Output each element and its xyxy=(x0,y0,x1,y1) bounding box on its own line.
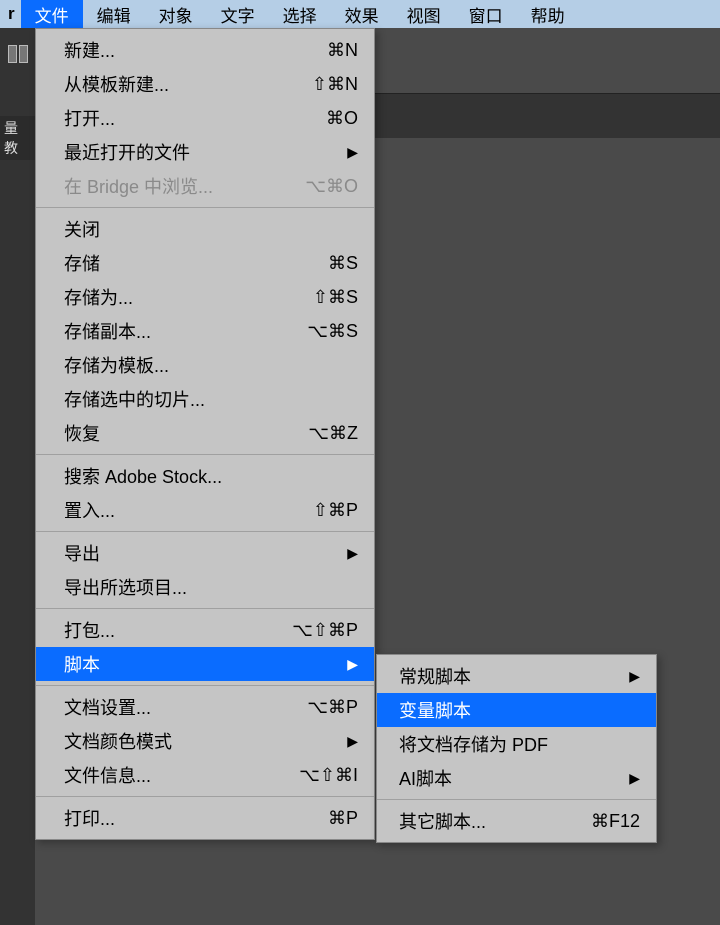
submenu-arrow-icon: ▶ xyxy=(347,144,358,161)
submenu-save-doc-as-pdf[interactable]: 将文档存储为 PDF xyxy=(377,727,656,761)
submenu-arrow-icon: ▶ xyxy=(347,545,358,562)
menu-save-as-template[interactable]: 存储为模板... xyxy=(36,348,374,382)
scripts-submenu: 常规脚本 ▶ 变量脚本 将文档存储为 PDF AI脚本 ▶ 其它脚本... ⌘F… xyxy=(376,654,657,843)
menu-save-copy[interactable]: 存储副本... ⌥⌘S xyxy=(36,314,374,348)
menu-print[interactable]: 打印... ⌘P xyxy=(36,801,374,835)
submenu-arrow-icon: ▶ xyxy=(629,668,640,685)
menu-save[interactable]: 存储 ⌘S xyxy=(36,246,374,280)
menu-help[interactable]: 帮助 xyxy=(517,0,579,30)
app-label: r xyxy=(2,4,21,24)
menu-export[interactable]: 导出 ▶ xyxy=(36,536,374,570)
submenu-arrow-icon: ▶ xyxy=(629,770,640,787)
menu-recent-files[interactable]: 最近打开的文件 ▶ xyxy=(36,135,374,169)
menu-save-selected-slices[interactable]: 存储选中的切片... xyxy=(36,382,374,416)
submenu-arrow-icon: ▶ xyxy=(347,733,358,750)
submenu-arrow-icon: ▶ xyxy=(347,656,358,673)
menubar: r 文件 编辑 对象 文字 选择 效果 视图 窗口 帮助 xyxy=(0,0,720,28)
submenu-variable-scripts[interactable]: 变量脚本 xyxy=(377,693,656,727)
menu-separator xyxy=(36,207,374,208)
menu-file[interactable]: 文件 xyxy=(21,0,83,30)
menu-browse-bridge: 在 Bridge 中浏览... ⌥⌘O xyxy=(36,169,374,203)
submenu-other-scripts[interactable]: 其它脚本... ⌘F12 xyxy=(377,804,656,838)
menu-place[interactable]: 置入... ⇧⌘P xyxy=(36,493,374,527)
menu-object[interactable]: 对象 xyxy=(145,0,207,30)
menu-document-setup[interactable]: 文档设置... ⌥⌘P xyxy=(36,690,374,724)
menu-new[interactable]: 新建... ⌘N xyxy=(36,33,374,67)
menu-separator xyxy=(36,454,374,455)
side-panel-label: 量教 xyxy=(0,116,35,160)
menu-open[interactable]: 打开... ⌘O xyxy=(36,101,374,135)
menu-edit[interactable]: 编辑 xyxy=(83,0,145,30)
menu-separator xyxy=(36,608,374,609)
menu-scripts[interactable]: 脚本 ▶ xyxy=(36,647,374,681)
menu-new-from-template[interactable]: 从模板新建... ⇧⌘N xyxy=(36,67,374,101)
menu-export-selection[interactable]: 导出所选项目... xyxy=(36,570,374,604)
menu-search-adobe-stock[interactable]: 搜索 Adobe Stock... xyxy=(36,459,374,493)
menu-view[interactable]: 视图 xyxy=(393,0,455,30)
menu-type[interactable]: 文字 xyxy=(207,0,269,30)
toolbar-arrange-icon[interactable] xyxy=(0,28,35,80)
menu-window[interactable]: 窗口 xyxy=(455,0,517,30)
menu-file-info[interactable]: 文件信息... ⌥⇧⌘I xyxy=(36,758,374,792)
file-dropdown: 新建... ⌘N 从模板新建... ⇧⌘N 打开... ⌘O 最近打开的文件 ▶… xyxy=(35,28,375,840)
menu-separator xyxy=(377,799,656,800)
menu-effect[interactable]: 效果 xyxy=(331,0,393,30)
menu-package[interactable]: 打包... ⌥⇧⌘P xyxy=(36,613,374,647)
menu-save-as[interactable]: 存储为... ⇧⌘S xyxy=(36,280,374,314)
menu-select[interactable]: 选择 xyxy=(269,0,331,30)
menu-separator xyxy=(36,531,374,532)
menu-separator xyxy=(36,685,374,686)
menu-revert[interactable]: 恢复 ⌥⌘Z xyxy=(36,416,374,450)
menu-separator xyxy=(36,796,374,797)
submenu-general-scripts[interactable]: 常规脚本 ▶ xyxy=(377,659,656,693)
submenu-ai-scripts[interactable]: AI脚本 ▶ xyxy=(377,761,656,795)
dark-toolbar xyxy=(0,28,35,925)
menu-document-color-mode[interactable]: 文档颜色模式 ▶ xyxy=(36,724,374,758)
menu-close[interactable]: 关闭 xyxy=(36,212,374,246)
